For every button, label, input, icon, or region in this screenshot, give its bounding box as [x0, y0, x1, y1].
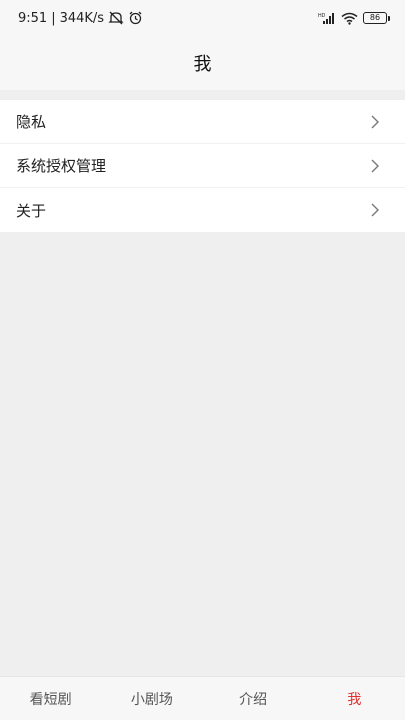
tab-introduction[interactable]: 介绍	[203, 677, 304, 720]
tab-label: 小剧场	[130, 691, 173, 708]
mute-icon	[108, 11, 124, 25]
menu-item-label: 关于	[16, 201, 47, 220]
hd-signal-icon: HD	[318, 12, 336, 25]
chevron-right-icon	[371, 115, 379, 129]
screen: 9:51 | 344K/s HD 86 我 隐私 系统授权管理 关于 看短剧 小…	[0, 0, 405, 720]
battery-level: 86	[369, 13, 381, 22]
status-left: 9:51 | 344K/s	[18, 11, 143, 26]
alarm-icon	[128, 11, 143, 25]
tab-mini-theater[interactable]: 小剧场	[101, 677, 202, 720]
status-separator: |	[51, 10, 56, 26]
menu-item-label: 系统授权管理	[16, 157, 107, 175]
wifi-icon	[341, 12, 358, 25]
tab-label: 看短剧	[29, 691, 72, 708]
battery-icon: 86	[363, 12, 390, 24]
status-bar: 9:51 | 344K/s HD 86	[0, 0, 405, 36]
tab-watch-short-drama[interactable]: 看短剧	[0, 677, 101, 720]
chevron-right-icon	[371, 203, 379, 217]
menu-item-system-permissions[interactable]: 系统授权管理	[0, 144, 405, 188]
tab-me[interactable]: 我	[304, 677, 405, 720]
network-speed: 344K/s	[59, 10, 105, 26]
chevron-right-icon	[371, 159, 379, 173]
settings-menu: 隐私 系统授权管理 关于	[0, 100, 405, 232]
tab-label: 我	[347, 691, 362, 708]
page-title: 我	[193, 54, 212, 75]
svg-text:HD: HD	[318, 13, 326, 19]
menu-item-privacy[interactable]: 隐私	[0, 100, 405, 144]
header: 我	[0, 36, 405, 90]
status-right: HD 86	[318, 12, 390, 25]
bottom-tab-bar: 看短剧 小剧场 介绍 我	[0, 676, 405, 720]
status-time: 9:51	[18, 10, 48, 26]
tab-label: 介绍	[239, 691, 268, 708]
menu-item-label: 隐私	[16, 113, 47, 131]
menu-item-about[interactable]: 关于	[0, 188, 405, 232]
